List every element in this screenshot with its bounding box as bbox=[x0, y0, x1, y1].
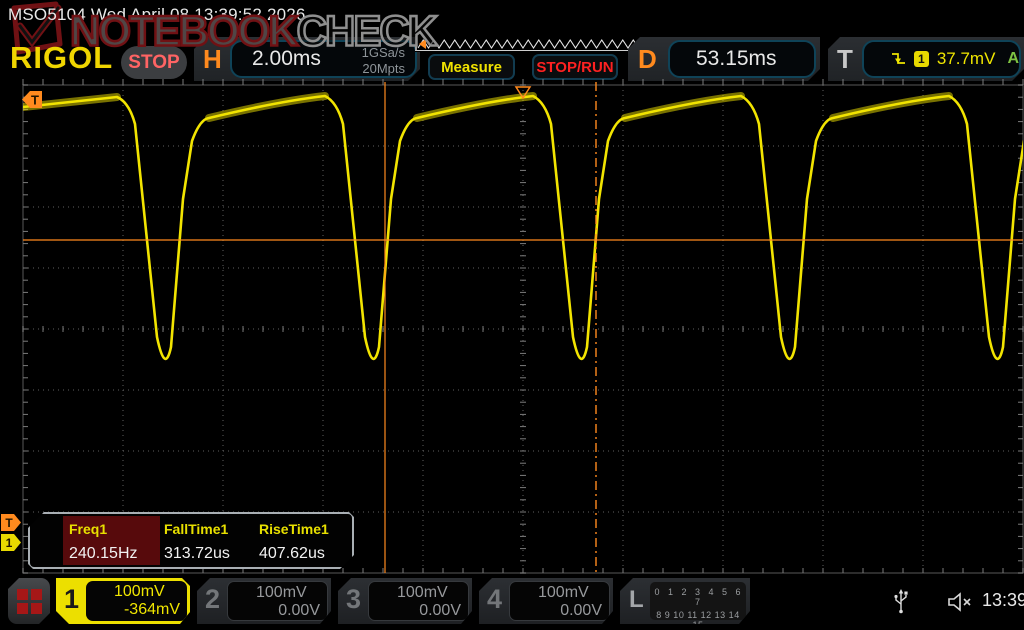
oscilloscope-screen: MSO5104 Wed April 08 13:39:52 2026 RIGOL… bbox=[0, 0, 1024, 630]
memory-depth: 20Mpts bbox=[362, 60, 405, 76]
delay-panel[interactable]: D 53.15ms bbox=[628, 37, 820, 81]
channel-settings-box: 100mV 0.00V bbox=[368, 581, 469, 621]
logic-analyzer-tab[interactable]: L 0 1 2 3 4 5 6 7 8 9 10 11 12 13 14 15 bbox=[620, 578, 750, 624]
delay-box[interactable]: 53.15ms bbox=[668, 40, 816, 78]
channel-number: 4 bbox=[487, 584, 503, 614]
channel1-tab[interactable]: 1 100mV -364mV bbox=[56, 578, 190, 624]
logic-channels-box: 0 1 2 3 4 5 6 7 8 9 10 11 12 13 14 15 bbox=[650, 582, 746, 620]
ch1-trace-noise-band bbox=[23, 92, 953, 122]
speaker-muted-icon[interactable] bbox=[946, 591, 974, 613]
falling-edge-trigger-icon bbox=[890, 51, 906, 67]
grid-menu-icon bbox=[17, 589, 42, 614]
delay-label: D bbox=[638, 44, 657, 74]
trigger-label: T bbox=[837, 44, 853, 74]
channel-settings-box: 100mV 0.00V bbox=[227, 581, 328, 621]
usb-icon bbox=[894, 589, 908, 614]
channel-scale: 100mV bbox=[538, 584, 589, 601]
channel4-tab[interactable]: 4 100mV 0.00V bbox=[479, 578, 613, 624]
horizontal-label: H bbox=[203, 44, 222, 74]
clock: 13:39 bbox=[982, 590, 1024, 610]
trigger-level-flag-letter: T bbox=[5, 516, 13, 530]
timebase-box[interactable]: 2.00ms 1GSa/s 20Mpts bbox=[230, 40, 417, 78]
channel-offset: 0.00V bbox=[419, 602, 461, 619]
measurement-results-box[interactable]: Freq1 240.15Hz FallTime1 313.72us RiseTi… bbox=[28, 512, 354, 569]
channel-number: 3 bbox=[346, 584, 362, 614]
channel-number: 1 bbox=[64, 584, 80, 614]
model-and-datetime: MSO5104 Wed April 08 13:39:52 2026 bbox=[8, 5, 306, 24]
measurement-value: 313.72us bbox=[164, 545, 230, 562]
trigger-source-badge: 1 bbox=[914, 51, 929, 67]
trigger-level-value: 37.7mV bbox=[936, 49, 996, 68]
channel-scale: 100mV bbox=[397, 584, 448, 601]
measurement-label: FallTime1 bbox=[164, 521, 229, 537]
logic-channels-8-15: 8 9 10 11 12 13 14 15 bbox=[656, 610, 740, 630]
channel-offset: -364mV bbox=[123, 601, 180, 618]
acquisition-status-badge: STOP bbox=[121, 46, 187, 79]
measurement-value: 240.15Hz bbox=[69, 545, 138, 562]
samplerate-memdepth: 1GSa/s 20Mpts bbox=[362, 45, 405, 77]
trigger-panel[interactable]: T 1 37.7mV A bbox=[828, 37, 1024, 81]
measurement-value: 407.62us bbox=[259, 545, 325, 562]
rigol-logo: RIGOL bbox=[10, 40, 114, 75]
horizontal-panel[interactable]: H 2.00ms 1GSa/s 20Mpts bbox=[194, 37, 420, 81]
channel3-tab[interactable]: 3 100mV 0.00V bbox=[338, 578, 472, 624]
stop-run-button[interactable]: STOP/RUN bbox=[532, 54, 618, 80]
measure-button[interactable]: Measure bbox=[428, 54, 515, 80]
menu-button[interactable] bbox=[8, 578, 50, 624]
channel-scale: 100mV bbox=[114, 583, 165, 600]
waveform-overview-bar[interactable] bbox=[415, 35, 639, 52]
logic-channels-0-7: 0 1 2 3 4 5 6 7 bbox=[654, 587, 742, 607]
channel1-ground-flag-number: 1 bbox=[6, 536, 13, 550]
measurement-label: Freq1 bbox=[69, 521, 108, 537]
channel-scale: 100mV bbox=[256, 584, 307, 601]
timebase-value: 2.00ms bbox=[252, 47, 321, 70]
trigger-sweep-mode: A bbox=[1007, 50, 1019, 67]
channel-settings-box: 100mV 0.00V bbox=[509, 581, 610, 621]
channel-settings-box: 100mV -364mV bbox=[86, 581, 187, 621]
channel-offset: 0.00V bbox=[278, 602, 320, 619]
trigger-time-flag-letter: T bbox=[31, 93, 39, 108]
sample-rate: 1GSa/s bbox=[361, 45, 405, 60]
channel-number: 2 bbox=[205, 584, 221, 614]
channel2-tab[interactable]: 2 100mV 0.00V bbox=[197, 578, 331, 624]
logic-label: L bbox=[629, 586, 644, 613]
waveform-display[interactable]: T T 1 bbox=[0, 79, 1024, 577]
delay-value: 53.15ms bbox=[696, 47, 777, 70]
measurement-label: RiseTime1 bbox=[259, 521, 329, 537]
overview-zigzag-icon bbox=[415, 36, 639, 51]
trigger-box[interactable]: 1 37.7mV A bbox=[862, 40, 1021, 78]
channel-offset: 0.00V bbox=[560, 602, 602, 619]
